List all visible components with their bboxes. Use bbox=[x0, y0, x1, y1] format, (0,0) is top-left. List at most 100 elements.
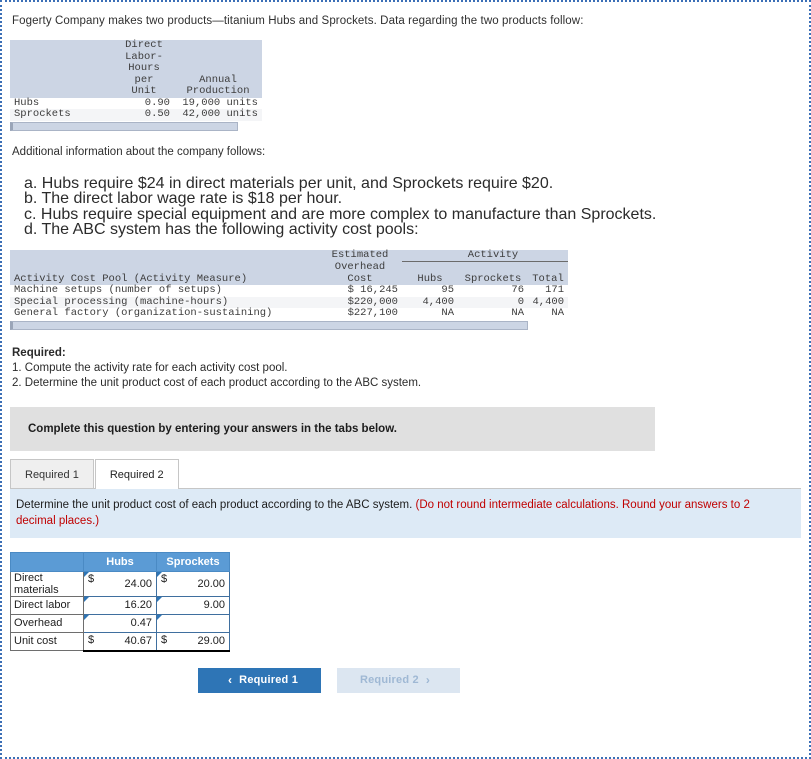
currency-symbol: $ bbox=[161, 572, 168, 585]
header-annual-line3 bbox=[174, 63, 262, 75]
answer-row-label: Direct materials bbox=[10, 570, 84, 597]
product-dlh: 0.50 bbox=[114, 108, 174, 121]
answer-corner-cell bbox=[10, 551, 84, 572]
activity-sprockets: 76 bbox=[458, 284, 528, 297]
chevron-right-icon: › bbox=[425, 673, 431, 687]
header-blank bbox=[10, 261, 318, 274]
additional-info-heading: Additional information about the company… bbox=[12, 145, 266, 158]
product-name: Sprockets bbox=[10, 108, 114, 121]
required-item-1: 1. Compute the activity rate for each ac… bbox=[12, 361, 288, 374]
answer-row-label: Direct labor bbox=[10, 595, 84, 615]
table-header-row: Direct bbox=[10, 39, 262, 52]
product-annual-production: 42,000 units bbox=[174, 108, 262, 121]
answer-value: 16.20 bbox=[124, 599, 152, 611]
table-header-row: Unit Production bbox=[10, 85, 262, 98]
required-2-nav-button[interactable]: Required 2 › bbox=[337, 667, 460, 693]
table-header-row: Hours bbox=[10, 62, 262, 75]
table-row: Sprockets 0.50 42,000 units bbox=[10, 108, 262, 121]
answer-value: 0.47 bbox=[130, 617, 152, 629]
currency-symbol: $ bbox=[88, 633, 95, 646]
header-blank bbox=[458, 261, 528, 274]
header-blank bbox=[10, 74, 114, 86]
required-section: Required: 1. Compute the activity rate f… bbox=[12, 346, 801, 391]
header-dlh-line5: Unit bbox=[114, 85, 174, 98]
answer-value: 29.00 bbox=[197, 635, 225, 647]
comment-flag-icon bbox=[84, 614, 89, 620]
product-table-horizontal-scrollbar[interactable] bbox=[10, 121, 238, 131]
answer-row-label: Overhead bbox=[10, 613, 84, 633]
header-estimated-cost-line1: Estimated bbox=[318, 249, 402, 262]
activity-cost-table: Estimated Activity Overhead Activity Cos… bbox=[10, 249, 568, 320]
table-row: Direct labor 16.20 9.00 bbox=[10, 595, 230, 615]
additional-info-item-a: a. Hubs require $24 in direct materials … bbox=[24, 174, 554, 192]
table-row: Overhead 0.47 bbox=[10, 613, 230, 633]
header-blank bbox=[10, 40, 114, 52]
product-data-table-wrap: Direct Labor- Hours per Annual Unit Prod… bbox=[10, 39, 801, 131]
instruction-text: Determine the unit product cost of each … bbox=[16, 498, 416, 511]
additional-info-list: a. Hubs require $24 in direct materials … bbox=[24, 174, 801, 238]
required-1-nav-label: Required 1 bbox=[239, 674, 299, 686]
header-dlh-line1: Direct bbox=[114, 39, 174, 52]
header-activity-group bbox=[402, 249, 458, 262]
answer-cell-hubs-direct-labor[interactable]: 16.20 bbox=[83, 595, 157, 615]
answer-value: 40.67 bbox=[124, 635, 152, 647]
comment-flag-icon bbox=[157, 614, 162, 620]
tab-required-1[interactable]: Required 1 bbox=[10, 458, 94, 489]
table-row: General factory (organization-sustaining… bbox=[10, 307, 568, 320]
activity-total: 171 bbox=[528, 284, 568, 297]
header-activity-group bbox=[528, 249, 568, 262]
table-header-row: Overhead bbox=[10, 261, 568, 274]
tab-required-2[interactable]: Required 2 bbox=[94, 458, 179, 489]
table-row: Unit cost $ 40.67 $ 29.00 bbox=[10, 631, 230, 652]
header-blank bbox=[10, 249, 318, 262]
activity-sprockets: NA bbox=[458, 307, 528, 320]
activity-total: NA bbox=[528, 307, 568, 320]
comment-flag-icon bbox=[84, 596, 89, 602]
additional-info-item-c: c. Hubs require special equipment and ar… bbox=[24, 205, 657, 223]
answer-cell-sprockets-direct-labor[interactable]: 9.00 bbox=[156, 595, 230, 615]
answer-table: Hubs Sprockets Direct materials $ 24.00 … bbox=[10, 551, 230, 652]
required-1-nav-button[interactable]: ‹ Required 1 bbox=[198, 667, 321, 693]
activity-pool-name: General factory (organization-sustaining… bbox=[10, 307, 318, 320]
answer-header-row: Hubs Sprockets bbox=[10, 551, 230, 572]
answer-cell-hubs-direct-materials[interactable]: $ 24.00 bbox=[83, 570, 157, 597]
answer-value: 9.00 bbox=[203, 599, 225, 611]
complete-question-banner: Complete this question by entering your … bbox=[10, 406, 655, 451]
activity-estimated-cost: $ 16,245 bbox=[318, 284, 402, 297]
header-activity-group-label: Activity bbox=[458, 249, 528, 262]
navigation-buttons: ‹ Required 1 Required 2 › bbox=[198, 667, 801, 693]
required-item-2: 2. Determine the unit product cost of ea… bbox=[12, 376, 422, 389]
required-2-nav-label: Required 2 bbox=[359, 674, 419, 686]
product-data-table: Direct Labor- Hours per Annual Unit Prod… bbox=[10, 39, 262, 121]
activity-cost-table-wrap: Estimated Activity Overhead Activity Cos… bbox=[10, 249, 801, 330]
tab-bar: Required 1 Required 2 bbox=[10, 458, 801, 489]
header-dlh-line3: Hours bbox=[114, 62, 174, 75]
header-annual-line1 bbox=[174, 40, 262, 52]
activity-estimated-cost: $227,100 bbox=[318, 307, 402, 320]
question-intro: Fogerty Company makes two products—titan… bbox=[12, 15, 584, 27]
answer-cell-sprockets-direct-materials[interactable]: $ 20.00 bbox=[156, 570, 230, 597]
activity-hubs: 95 bbox=[402, 284, 458, 297]
answer-header-sprockets: Sprockets bbox=[156, 551, 230, 572]
answer-cell-hubs-unit-cost: $ 40.67 bbox=[83, 631, 157, 652]
header-estimated-cost-line2: Overhead bbox=[318, 261, 402, 274]
header-annual-line5: Production bbox=[174, 85, 262, 98]
currency-symbol: $ bbox=[161, 633, 168, 646]
answer-cell-sprockets-overhead[interactable] bbox=[156, 613, 230, 633]
currency-symbol: $ bbox=[88, 572, 95, 585]
answer-cell-hubs-overhead[interactable]: 0.47 bbox=[83, 613, 157, 633]
header-blank bbox=[10, 51, 114, 63]
instruction-bar: Determine the unit product cost of each … bbox=[10, 488, 801, 538]
additional-info-item-d: d. The ABC system has the following acti… bbox=[24, 221, 419, 238]
table-row: Machine setups (number of setups) $ 16,2… bbox=[10, 284, 568, 297]
required-title: Required: bbox=[12, 346, 66, 359]
answer-header-hubs: Hubs bbox=[83, 551, 157, 572]
header-blank bbox=[402, 261, 458, 274]
activity-table-horizontal-scrollbar[interactable] bbox=[10, 320, 528, 330]
additional-info-item-b: b. The direct labor wage rate is $18 per… bbox=[24, 190, 343, 207]
table-row: Direct materials $ 24.00 $ 20.00 bbox=[10, 570, 230, 597]
activity-pool-name: Machine setups (number of setups) bbox=[10, 284, 318, 297]
answer-value: 24.00 bbox=[124, 577, 152, 590]
comment-flag-icon bbox=[157, 596, 162, 602]
header-blank bbox=[10, 63, 114, 75]
